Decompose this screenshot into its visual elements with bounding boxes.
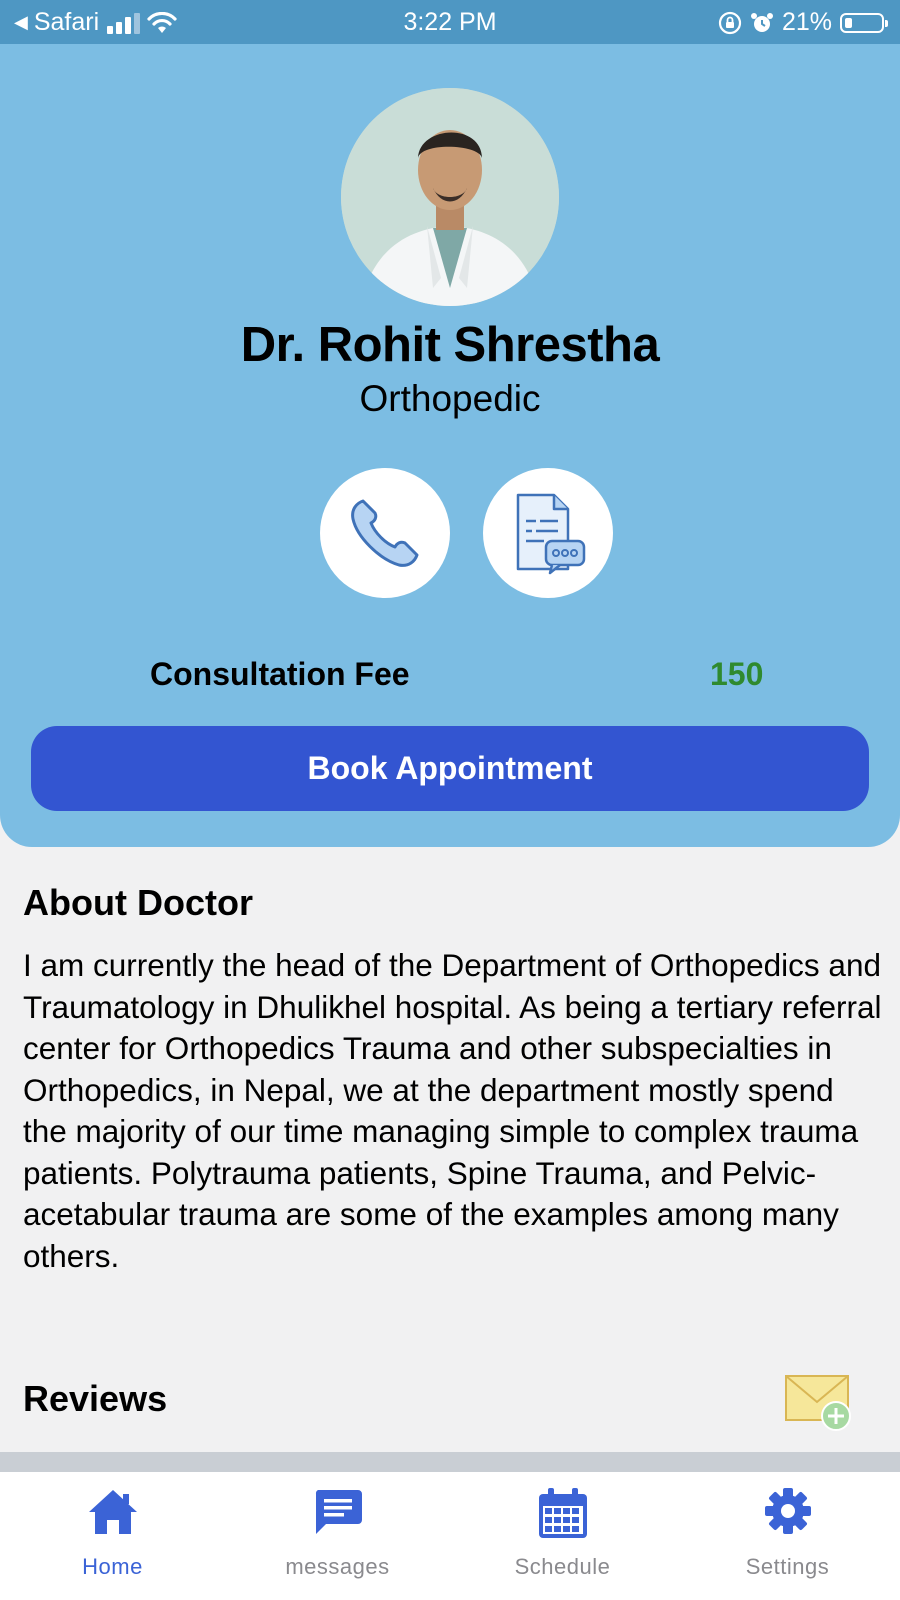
call-button[interactable] [320, 468, 450, 598]
phone-icon [351, 499, 419, 567]
tab-settings[interactable]: Settings [675, 1472, 900, 1600]
battery-icon [840, 12, 888, 33]
tab-home[interactable]: Home [0, 1472, 225, 1600]
tab-messages[interactable]: messages [225, 1472, 450, 1600]
consultation-fee-label: Consultation Fee [150, 656, 410, 692]
gear-icon [764, 1488, 811, 1534]
book-appointment-button[interactable]: Book Appointment [31, 726, 869, 811]
chat-button[interactable] [483, 468, 613, 598]
mail-add-icon [785, 1375, 851, 1431]
add-review-button[interactable] [784, 1374, 854, 1432]
status-right: 21% [718, 8, 888, 37]
home-icon [88, 1490, 137, 1534]
orientation-lock-icon [718, 11, 742, 34]
battery-percent: 21% [781, 8, 832, 36]
doctor-specialty: Orthopedic [359, 378, 541, 419]
calendar-icon [538, 1488, 587, 1538]
doctor-name: Dr. Rohit Shrestha [240, 318, 660, 372]
alarm-icon [750, 12, 773, 32]
tab-home-label: Home [82, 1554, 143, 1579]
doctor-avatar [341, 88, 559, 306]
document-chat-icon [516, 493, 586, 575]
tab-schedule[interactable]: Schedule [450, 1472, 675, 1600]
bottom-tab-bar: Home messages Schedule Settings [0, 1472, 900, 1600]
about-doctor-heading: About Doctor [23, 882, 253, 923]
reviews-heading: Reviews [23, 1378, 168, 1419]
tab-messages-label: messages [285, 1554, 390, 1579]
doctor-header-card: Dr. Rohit Shrestha Orthopedic Consultati… [0, 44, 900, 847]
reviews-divider [0, 1452, 900, 1472]
doctor-photo [341, 88, 559, 306]
status-bar: ◀ Safari 3:22 PM 21% [0, 0, 900, 44]
message-icon [315, 1490, 362, 1534]
battery-fill [845, 17, 852, 28]
tab-schedule-label: Schedule [514, 1554, 611, 1579]
consultation-fee-value: 150 [710, 656, 764, 692]
about-doctor-text: I am currently the head of the Departmen… [23, 947, 882, 1274]
tab-settings-label: Settings [745, 1554, 830, 1579]
